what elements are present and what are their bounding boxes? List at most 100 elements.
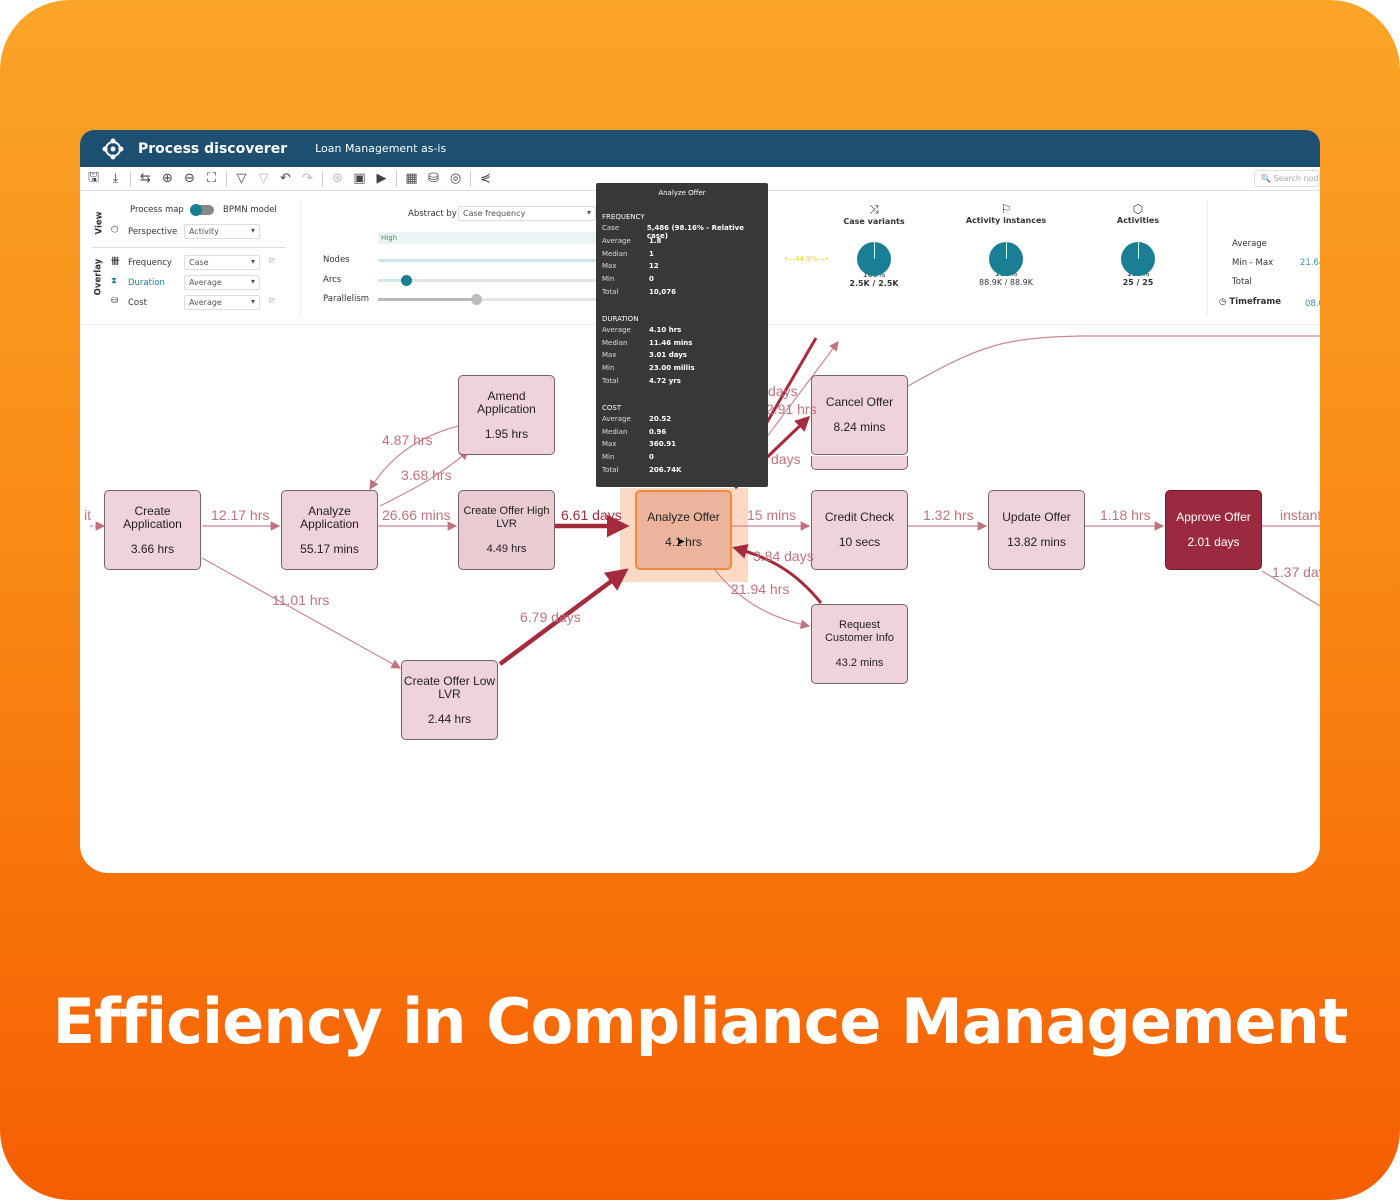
nodes-slider[interactable] [378,259,596,262]
frequency-select[interactable]: Case [184,255,260,270]
case-variants-pie [857,242,891,276]
layout-icon[interactable]: ⇆ [138,171,153,186]
stat-activities: ⬡ Activities 100% 25 / 25 [1078,202,1198,287]
perspective-select[interactable]: Activity [184,224,260,239]
tooltip-key: Average [602,325,631,334]
partial-node-top[interactable] [811,456,908,470]
search-input[interactable]: 🔍 Search nodes [1254,170,1320,187]
tooltip-row: Min 0 [602,275,762,288]
cost-select[interactable]: Average [184,295,260,310]
play-icon[interactable]: ▶ [374,171,389,186]
node-update-offer[interactable]: Update Offer 13.82 mins [988,490,1085,570]
node-create-offer-high-lvr[interactable]: Create Offer High LVR 4.49 hrs [458,490,555,570]
edge-label: 1.32 hrs [923,507,974,523]
node-value: 2.01 days [1187,535,1240,549]
tooltip-key: Min [602,453,615,462]
tooltip-key: Min [602,364,615,373]
node-create-offer-low-lvr[interactable]: Create Offer Low LVR 2.44 hrs [401,660,498,740]
edge-create-low-lvr [201,557,402,669]
hide-frequency-icon[interactable]: ⊘ [268,256,275,266]
tooltip-value: 20.52 [649,414,672,423]
zoom-out-icon[interactable]: ⊖ [182,171,197,186]
cost-icon[interactable]: ⛁ [426,171,441,186]
share-icon[interactable]: ⋞ [478,171,493,186]
node-label: Analyze Offer [647,510,720,524]
clear-filter-icon[interactable]: ▽ [256,171,271,186]
promo-frame: Process discoverer Loan Management as-is… [0,0,1400,1200]
abstract-by-select[interactable]: Case frequency [458,206,596,221]
tooltip-key: Median [602,249,628,258]
flag-icon: ⚐ [1000,202,1012,216]
node-amend-application[interactable]: Amend Application 1.95 hrs [458,375,555,455]
tooltip-section: COST [602,403,622,412]
node-create-application[interactable]: Create Application 3.66 hrs [104,490,201,570]
tooltip-key: Min [602,275,615,284]
parallelism-slider[interactable] [378,298,596,301]
frequency-icon: 卌 [111,257,120,267]
node-label: Credit Check [824,510,895,524]
node-cancel-offer[interactable]: Cancel Offer 8.24 mins [811,375,908,455]
tooltip-value: 0.96 [649,427,667,436]
stat-activity-instances: ⚐ Activity instances 100% 88.9K / 88.9K [946,202,1066,287]
mouse-cursor-icon: ➤ [676,535,686,548]
tooltip-value: 1 [649,249,654,258]
minmax-label: Min - Max [1232,258,1274,268]
app-header: Process discoverer Loan Management as-is [80,130,1320,167]
stat-title: Activity instances [965,216,1047,225]
node-credit-check[interactable]: Credit Check 10 secs [811,490,908,570]
node-request-customer-info[interactable]: Request Customer Info 43.2 mins [811,604,908,684]
tooltip-row: Case 5,486 (98.16% - Relative case) [602,224,762,240]
node-analyze-offer[interactable]: Analyze Offer 4.1 hrs [635,490,732,570]
edge-label: 2.91 hrs [766,401,817,417]
edge-label: 15 mins [747,507,797,523]
add-icon[interactable]: ⊛ [330,171,345,186]
tooltip-section: DURATION [602,314,639,323]
tooltip-value: 11.46 mins [649,338,693,347]
node-approve-offer[interactable]: Approve Offer 2.01 days [1165,490,1262,570]
save-icon[interactable]: 🖫 [86,168,101,190]
stat-value: 2.5K / 2.5K [849,279,899,288]
node-value: 55.17 mins [300,541,359,556]
app-window: Process discoverer Loan Management as-is… [80,130,1320,873]
node-label: Amend Application [477,388,536,416]
calendar-icon[interactable]: ▦ [404,171,419,186]
total-label: Total [1232,277,1252,287]
chart-icon[interactable]: ▣ [352,171,367,186]
tooltip-value: 3.01 days [649,351,687,360]
node-analyze-application[interactable]: Analyze Application 55.17 mins [281,490,378,570]
tooltip-key: Average [602,236,631,245]
hide-cost-icon[interactable]: ⊘ [268,296,275,306]
filter-icon[interactable]: ▽ [234,171,249,186]
edge-label: days [768,383,798,399]
duration-select[interactable]: Average [184,275,260,290]
edge-label: 21.94 hrs [731,581,790,597]
nodes-label: Nodes [323,255,350,265]
edge-label: 1.18 hrs [1100,507,1151,523]
animation-icon[interactable]: ◎ [448,171,463,186]
arcs-label: Arcs [323,275,342,285]
frequency-label: Frequency [128,258,172,268]
view-toggle[interactable] [190,204,214,216]
overlay-section-label: Overlay [93,258,104,296]
node-label: Request Customer Info [824,618,895,644]
app-title: Process discoverer [138,140,288,157]
node-value: 3.66 hrs [130,541,175,556]
fit-screen-icon[interactable]: ⛶ [204,171,219,186]
minmax-value: 21.64 [1300,258,1320,268]
redo-icon[interactable]: ↷ [300,171,315,186]
tooltip-row: Average 4.10 hrs [602,326,762,339]
undo-icon[interactable]: ↶ [278,171,293,186]
tooltip-row: Max 3.01 days [602,351,762,364]
arcs-slider-handle[interactable] [401,275,412,286]
zoom-in-icon[interactable]: ⊕ [160,171,175,186]
download-icon[interactable]: ⤓ [108,171,123,186]
tooltip-key: Total [602,287,619,296]
edge-cancel-end [907,335,1320,387]
high-indicator: High [378,232,596,244]
tooltip-value: 5,486 (98.16% - Relative case) [646,224,744,240]
edge-label: 1.37 days [1272,564,1320,580]
parallelism-slider-handle[interactable] [471,294,482,305]
tooltip-value: 0 [649,275,654,284]
clock-icon: ◷ [1219,297,1227,307]
tooltip-row: Max 360.91 [602,440,762,453]
